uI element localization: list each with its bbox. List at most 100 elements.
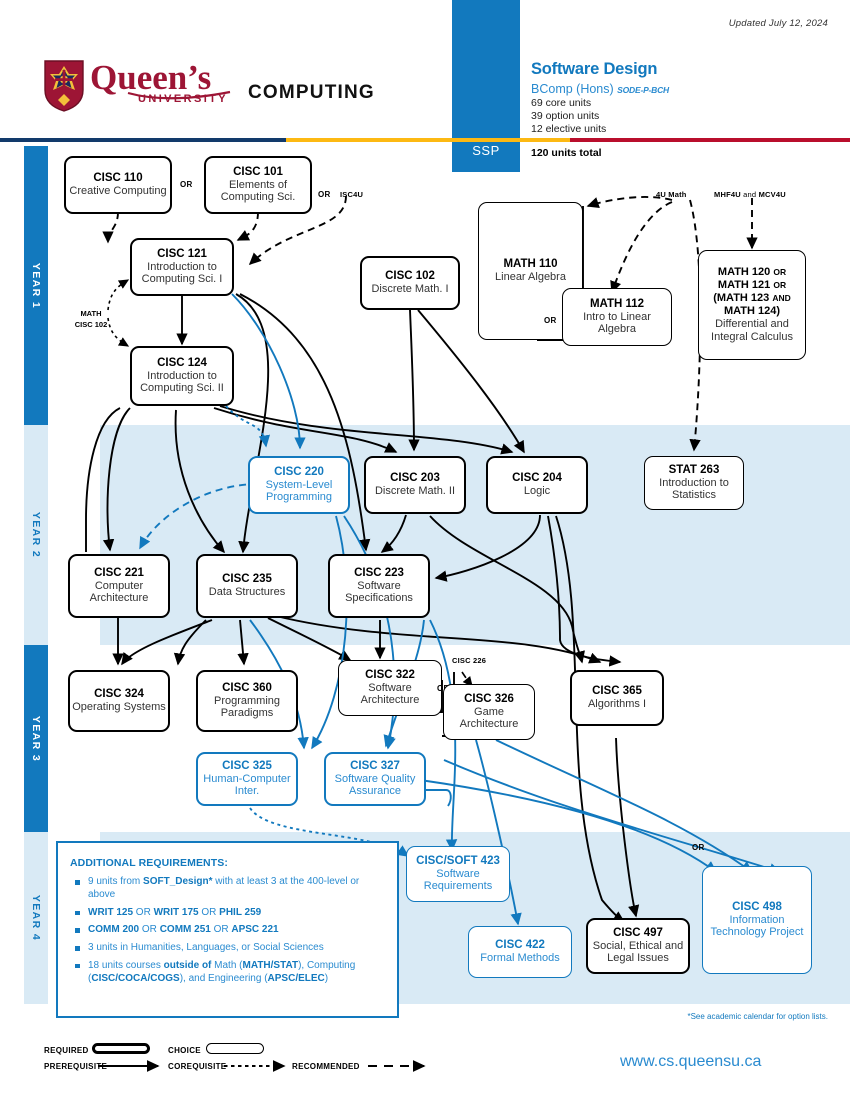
list-item: 9 units from SOFT_Design* with at least … — [75, 876, 387, 902]
node-title: Software Quality Assurance — [334, 773, 416, 798]
node-title: Introduction to Statistics — [659, 477, 729, 502]
node-title: Introduction to Computing Sci. I — [141, 261, 223, 286]
node-cisc221[interactable]: CISC 221 Computer Architecture — [68, 554, 170, 618]
node-title: Algorithms I — [587, 698, 647, 711]
node-cisc220[interactable]: CISC 220 System-Level Programming — [248, 456, 350, 514]
mhf4u-mcv4u-label: MHF4U and MCV4U — [714, 190, 786, 199]
or-label-2: OR — [318, 190, 331, 199]
node-cisc325[interactable]: CISC 325 Human-Computer Inter. — [196, 752, 298, 806]
node-cisc203[interactable]: CISC 203 Discrete Math. II — [364, 456, 466, 514]
or-label-math: OR — [544, 316, 557, 325]
legend-required-pill — [92, 1043, 150, 1054]
list-item: WRIT 125 OR WRIT 175 OR PHIL 259 — [75, 907, 387, 920]
node-code: CISC 498 — [732, 901, 782, 914]
node-title: Data Structures — [208, 586, 286, 599]
list-item: COMM 200 OR COMM 251 OR APSC 221 — [75, 924, 387, 937]
node-code: CISC 497 — [613, 927, 663, 940]
node-cisc422[interactable]: CISC 422 Formal Methods — [468, 926, 572, 978]
node-cisc326[interactable]: CISC 326 Game Architecture — [443, 684, 535, 740]
node-code: CISC 235 — [222, 573, 272, 586]
node-code: CISC 102 — [385, 270, 435, 283]
node-cisc102[interactable]: CISC 102 Discrete Math. I — [360, 256, 460, 310]
u4math-label: 4U Math — [656, 190, 687, 199]
node-cisc223[interactable]: CISC 223 Software Specifications — [328, 554, 430, 618]
legend-recommended-label: RECOMMENDED — [292, 1062, 360, 1071]
additional-heading: ADDITIONAL REQUIREMENTS: — [70, 857, 228, 869]
node-code: CISC 223 — [354, 567, 404, 580]
additional-list: 9 units from SOFT_Design* with at least … — [58, 876, 397, 986]
node-code: MATH 110 — [503, 258, 558, 271]
node-cisc124[interactable]: CISC 124 Introduction to Computing Sci. … — [130, 346, 234, 406]
cisc226-label: CISC 226 — [452, 656, 487, 665]
node-cisc110[interactable]: CISC 110 Creative Computing — [64, 156, 172, 214]
node-code: MATH 120 — [717, 266, 771, 279]
node-code: CISC 203 — [390, 472, 440, 485]
node-cisc498[interactable]: CISC 498 Information Technology Project — [702, 866, 812, 974]
node-cisc235[interactable]: CISC 235 Data Structures — [196, 554, 298, 618]
node-title: Discrete Math. II — [374, 485, 456, 498]
node-title: Creative Computing — [69, 185, 167, 198]
node-title: Discrete Math. I — [371, 283, 449, 296]
node-title: Human-Computer Inter. — [203, 773, 291, 798]
node-cisc365[interactable]: CISC 365 Algorithms I — [570, 670, 664, 726]
node-cisc121[interactable]: CISC 121 Introduction to Computing Sci. … — [130, 238, 234, 296]
node-code: CISC/SOFT 423 — [416, 855, 500, 868]
node-title: Programming Paradigms — [213, 695, 281, 720]
legend-corequisite-label: COREQUISITE — [168, 1062, 227, 1071]
node-title: Software Requirements — [423, 868, 493, 893]
node-title: Information Technology Project — [710, 914, 804, 939]
node-title: Operating Systems — [72, 701, 166, 714]
node-title: Introduction to Computing Sci. II — [140, 370, 224, 395]
node-title: Elements of Computing Sci. — [220, 179, 296, 204]
legend-required-label: REQUIRED — [44, 1046, 89, 1055]
legend-choice-pill — [206, 1043, 264, 1054]
node-cisc327[interactable]: CISC 327 Software Quality Assurance — [324, 752, 426, 806]
node-code: MATH 112 — [589, 298, 645, 311]
flowchart-page: Updated July 12, 2024 SSP Queen’s UNIVER… — [0, 0, 850, 1100]
node-code: CISC 327 — [350, 760, 400, 773]
node-cisc204[interactable]: CISC 204 Logic — [486, 456, 588, 514]
node-stat263[interactable]: STAT 263 Introduction to Statistics — [644, 456, 744, 510]
node-cisc360[interactable]: CISC 360 Programming Paradigms — [196, 670, 298, 732]
node-cisc324[interactable]: CISC 324 Operating Systems — [68, 670, 170, 732]
node-code: CISC 121 — [157, 248, 207, 261]
node-code: CISC 422 — [495, 939, 545, 952]
node-code: CISC 325 — [222, 760, 272, 773]
node-title: Logic — [523, 485, 551, 498]
legend-choice-label: CHOICE — [168, 1046, 201, 1055]
node-code: CISC 110 — [93, 172, 143, 185]
list-item: 18 units courses outside of Math (MATH/S… — [75, 960, 387, 986]
node-title: System-Level Programming — [265, 479, 333, 504]
node-code: CISC 124 — [157, 357, 207, 370]
node-cisc497[interactable]: CISC 497 Social, Ethical and Legal Issue… — [586, 918, 690, 974]
node-title: Game Architecture — [459, 706, 519, 731]
node-code: STAT 263 — [668, 464, 720, 477]
node-math120[interactable]: MATH 120 OR MATH 121 OR (MATH 123 AND MA… — [698, 250, 806, 360]
node-title: Social, Ethical and Legal Issues — [592, 940, 684, 965]
node-cisc423[interactable]: CISC/SOFT 423 Software Requirements — [406, 846, 510, 902]
node-title: Software Specifications — [345, 580, 413, 605]
node-code: CISC 220 — [274, 466, 324, 479]
node-title: Software Architecture — [360, 682, 420, 707]
node-cisc101[interactable]: CISC 101 Elements of Computing Sci. — [204, 156, 312, 214]
node-title: Intro to Linear Algebra — [583, 311, 651, 336]
node-code: CISC 322 — [365, 669, 415, 682]
footnote: *See academic calendar for option lists. — [687, 1012, 828, 1021]
legend-prerequisite-label: PREREQUISITE — [44, 1062, 108, 1071]
node-title: Formal Methods — [480, 952, 560, 965]
node-cisc322[interactable]: CISC 322 Software Architecture — [338, 660, 442, 716]
node-code: CISC 204 — [512, 472, 562, 485]
additional-requirements-box: ADDITIONAL REQUIREMENTS: 9 units from SO… — [56, 841, 399, 1018]
node-code: CISC 221 — [94, 567, 144, 580]
website-url: www.cs.queensu.ca — [620, 1053, 762, 1070]
node-code: CISC 326 — [464, 693, 514, 706]
node-title: Differential and Integral Calculus — [711, 317, 793, 343]
node-code: CISC 365 — [592, 685, 642, 698]
or-label-498: OR — [692, 843, 705, 852]
node-code: CISC 360 — [222, 682, 272, 695]
list-item: 3 units in Humanities, Languages, or Soc… — [75, 942, 387, 955]
node-code: CISC 101 — [233, 166, 283, 179]
isc4u-label: ISC4U — [340, 190, 364, 199]
node-math112[interactable]: MATH 112 Intro to Linear Algebra — [562, 288, 672, 346]
or-label-1: OR — [180, 180, 193, 189]
